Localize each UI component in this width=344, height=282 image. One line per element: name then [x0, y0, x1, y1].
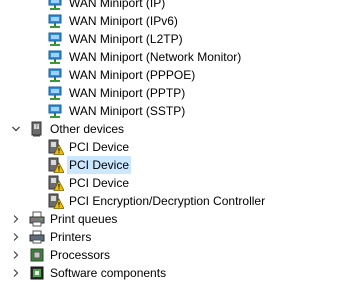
unknown-device-icon: ? [29, 121, 45, 137]
tree-item-label: WAN Miniport (Network Monitor) [69, 50, 242, 64]
device-warning-icon [48, 157, 64, 173]
printer-icon [29, 229, 45, 245]
chevron-down-icon[interactable] [10, 120, 22, 138]
svg-text:?: ? [35, 125, 38, 131]
chevron-right-icon[interactable] [10, 228, 22, 246]
tree-category-software-components[interactable]: Software components [0, 264, 344, 282]
tree-item-pci-device-3[interactable]: PCI Device [0, 174, 344, 192]
tree-item-label: PCI Device [67, 156, 132, 174]
device-warning-icon [48, 193, 64, 209]
network-adapter-icon [48, 13, 64, 29]
tree-item-label: Processors [50, 248, 111, 262]
device-warning-icon [48, 175, 64, 191]
tree-item-label: WAN Miniport (IP) [69, 0, 166, 10]
network-adapter-icon [48, 49, 64, 65]
tree-item-label: WAN Miniport (IPv6) [69, 14, 178, 28]
tree-item-label: PCI Device [69, 140, 130, 154]
processor-icon [29, 247, 45, 263]
tree-item-wan-miniport-l2tp[interactable]: WAN Miniport (L2TP) [0, 30, 344, 48]
tree-item-label: Other devices [50, 122, 125, 136]
tree-item-wan-miniport-pptp[interactable]: WAN Miniport (PPTP) [0, 84, 344, 102]
tree-item-label: PCI Device [69, 176, 130, 190]
tree-item-pci-encryption-controller[interactable]: PCI Encryption/Decryption Controller [0, 192, 344, 210]
tree-item-label: Printers [50, 230, 92, 244]
tree-item-wan-miniport-network-monitor[interactable]: WAN Miniport (Network Monitor) [0, 48, 344, 66]
network-adapter-icon [48, 31, 64, 47]
tree-item-pci-device-1[interactable]: PCI Device [0, 138, 344, 156]
tree-item-label: WAN Miniport (PPTP) [69, 86, 186, 100]
tree-item-label: WAN Miniport (PPPOE) [69, 68, 196, 82]
tree-item-label: PCI Encryption/Decryption Controller [69, 194, 266, 208]
network-adapter-icon [48, 85, 64, 101]
network-adapter-icon [48, 67, 64, 83]
tree-item-label: WAN Miniport (SSTP) [69, 104, 186, 118]
tree-item-label: WAN Miniport (L2TP) [69, 32, 183, 46]
device-warning-icon [48, 139, 64, 155]
tree-item-pci-device-2[interactable]: PCI Device [0, 156, 344, 174]
device-tree: WAN Miniport (IP) WAN Miniport (IPv6) WA… [0, 0, 344, 282]
tree-category-processors[interactable]: Processors [0, 246, 344, 264]
tree-category-printers[interactable]: Printers [0, 228, 344, 246]
tree-item-wan-miniport-sstp[interactable]: WAN Miniport (SSTP) [0, 102, 344, 120]
print-queue-icon [29, 211, 45, 227]
tree-item-wan-miniport-pppoe[interactable]: WAN Miniport (PPPOE) [0, 66, 344, 84]
tree-item-wan-miniport-ip[interactable]: WAN Miniport (IP) [0, 0, 344, 12]
network-adapter-icon [48, 0, 64, 11]
tree-item-wan-miniport-ipv6[interactable]: WAN Miniport (IPv6) [0, 12, 344, 30]
chevron-right-icon[interactable] [10, 246, 22, 264]
tree-category-print-queues[interactable]: Print queues [0, 210, 344, 228]
chevron-right-icon[interactable] [10, 264, 22, 282]
software-components-icon [29, 265, 45, 281]
chevron-right-icon[interactable] [10, 210, 22, 228]
tree-item-label: Print queues [50, 212, 118, 226]
tree-category-other-devices[interactable]: ? Other devices [0, 120, 344, 138]
tree-item-label: Software components [50, 266, 167, 280]
network-adapter-icon [48, 103, 64, 119]
